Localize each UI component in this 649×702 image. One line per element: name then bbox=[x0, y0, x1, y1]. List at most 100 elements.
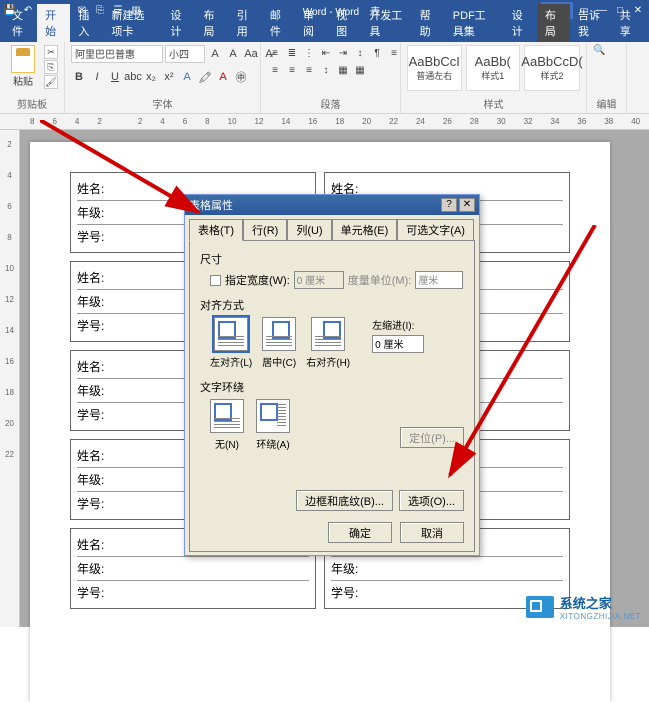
shrink-font-icon[interactable]: A bbox=[225, 46, 241, 62]
tab-share[interactable]: 共享 bbox=[612, 4, 645, 42]
font-color-icon[interactable]: A bbox=[215, 69, 231, 85]
watermark-cn: 系统之家 bbox=[560, 593, 641, 612]
wrap-around-option[interactable]: 环绕(A) bbox=[256, 399, 290, 451]
wrap-none-option[interactable]: 无(N) bbox=[210, 399, 244, 451]
strike-button[interactable]: abc bbox=[125, 69, 141, 85]
tab-pdf[interactable]: PDF工具集 bbox=[445, 4, 504, 42]
align-center-option[interactable]: 居中(C) bbox=[262, 317, 296, 369]
font-size-select[interactable]: 小四 bbox=[165, 45, 205, 63]
subscript-icon[interactable]: x₂ bbox=[143, 69, 159, 85]
style-normal[interactable]: AaBbCcI普通左右 bbox=[407, 45, 462, 91]
tab-view[interactable]: 视图 bbox=[328, 4, 361, 42]
indent-label: 左缩进(I): bbox=[372, 317, 424, 332]
group-paragraph: ≡ ≣ ⋮ ⇤ ⇥ ↕ ¶ ≡ ≡ ≡ ≡ ↕ ▦ ▦ 段落 bbox=[261, 42, 401, 113]
watermark: 系统之家 XITONGZHIJIA.NET bbox=[526, 593, 641, 621]
copy-icon[interactable]: ⎘ bbox=[44, 60, 58, 74]
dialog-titlebar[interactable]: 表格属性 ? ✕ bbox=[185, 195, 479, 215]
preferred-width-label: 指定宽度(W): bbox=[225, 272, 290, 288]
card-id-label: 学号: bbox=[77, 317, 119, 334]
borders-icon[interactable]: ▦ bbox=[352, 62, 368, 78]
tab-help[interactable]: 帮助 bbox=[412, 4, 445, 42]
tab-layout[interactable]: 布局 bbox=[196, 4, 229, 42]
group-label: 编辑 bbox=[593, 95, 620, 111]
card-grade-label: 年级: bbox=[77, 293, 119, 310]
align-left-icon bbox=[214, 317, 248, 351]
numbering-icon[interactable]: ≣ bbox=[284, 45, 300, 61]
align-right-option[interactable]: 右对齐(H) bbox=[306, 317, 350, 369]
tab-review[interactable]: 审阅 bbox=[295, 4, 328, 42]
size-section-label: 尺寸 bbox=[200, 251, 464, 267]
tab-start[interactable]: 开始 bbox=[37, 4, 70, 42]
unit-label: 度量单位(M): bbox=[348, 272, 412, 288]
align-section-label: 对齐方式 bbox=[200, 297, 464, 313]
card-id-label: 学号: bbox=[77, 228, 119, 245]
card-id-label: 学号: bbox=[77, 584, 119, 601]
change-case-icon[interactable]: Aa bbox=[243, 46, 259, 62]
ok-button[interactable]: 确定 bbox=[328, 522, 392, 543]
dialog-close-icon[interactable]: ✕ bbox=[459, 198, 475, 212]
dlg-tab-alt[interactable]: 可选文字(A) bbox=[397, 219, 474, 240]
italic-button[interactable]: I bbox=[89, 69, 105, 85]
dialog-help-icon[interactable]: ? bbox=[441, 198, 457, 212]
bold-button[interactable]: B bbox=[71, 69, 87, 85]
tab-table-design[interactable]: 设计 bbox=[504, 4, 537, 42]
dlg-tab-col[interactable]: 列(U) bbox=[287, 219, 331, 240]
group-label: 段落 bbox=[267, 95, 394, 111]
sort-icon[interactable]: ↕ bbox=[352, 45, 368, 61]
align-left-icon[interactable]: ≡ bbox=[386, 45, 402, 61]
card-grade-label: 年级: bbox=[77, 560, 119, 577]
cut-icon[interactable]: ✂ bbox=[44, 45, 58, 59]
dlg-tab-row[interactable]: 行(R) bbox=[243, 219, 287, 240]
showmarks-icon[interactable]: ¶ bbox=[369, 45, 385, 61]
align-left-option[interactable]: 左对齐(L) bbox=[210, 317, 252, 369]
align-center-icon[interactable]: ≡ bbox=[267, 62, 283, 78]
watermark-en: XITONGZHIJIA.NET bbox=[560, 612, 641, 621]
ruler-horizontal[interactable]: 8642246810121416182022242628303234363840… bbox=[0, 114, 649, 130]
decrease-indent-icon[interactable]: ⇤ bbox=[318, 45, 334, 61]
style-1[interactable]: AaBb(样式1 bbox=[466, 45, 521, 91]
align-right-icon[interactable]: ≡ bbox=[284, 62, 300, 78]
grow-font-icon[interactable]: A bbox=[207, 46, 223, 62]
increase-indent-icon[interactable]: ⇥ bbox=[335, 45, 351, 61]
tab-mailings[interactable]: 邮件 bbox=[262, 4, 295, 42]
line-spacing-icon[interactable]: ↕ bbox=[318, 62, 334, 78]
text-effects-icon[interactable]: A bbox=[179, 69, 195, 85]
card-grade-label: 年级: bbox=[331, 560, 373, 577]
tab-references[interactable]: 引用 bbox=[229, 4, 262, 42]
unit-select: 厘米 bbox=[415, 271, 463, 289]
dlg-tab-cell[interactable]: 单元格(E) bbox=[332, 219, 398, 240]
card-id-label: 学号: bbox=[77, 495, 119, 512]
tab-developer[interactable]: 开发工具 bbox=[361, 4, 411, 42]
group-label: 样式 bbox=[407, 95, 580, 111]
style-2[interactable]: AaBbCcD(样式2 bbox=[524, 45, 580, 91]
tab-tellme[interactable]: 告诉我 bbox=[570, 4, 612, 42]
tab-design[interactable]: 设计 bbox=[162, 4, 195, 42]
highlight-icon[interactable]: 🖍 bbox=[197, 69, 213, 85]
tab-newtab[interactable]: 新建选项卡 bbox=[103, 4, 162, 42]
dlg-tab-table[interactable]: 表格(T) bbox=[189, 219, 243, 241]
superscript-icon[interactable]: x² bbox=[161, 69, 177, 85]
format-painter-icon[interactable]: 🖌 bbox=[44, 75, 58, 89]
underline-button[interactable]: U bbox=[107, 69, 123, 85]
paste-button[interactable]: 粘贴 bbox=[6, 45, 40, 88]
preferred-width-checkbox[interactable] bbox=[210, 275, 221, 286]
tab-file[interactable]: 文件 bbox=[4, 4, 37, 42]
bullets-icon[interactable]: ≡ bbox=[267, 45, 283, 61]
multilevel-icon[interactable]: ⋮ bbox=[301, 45, 317, 61]
options-button[interactable]: 选项(O)... bbox=[399, 490, 464, 511]
find-icon[interactable]: 🔍 bbox=[593, 45, 605, 56]
font-family-select[interactable]: 阿里巴巴普惠 bbox=[71, 45, 163, 63]
wrap-around-icon bbox=[256, 399, 290, 433]
ruler-vertical[interactable]: 246810121416182022 bbox=[0, 130, 20, 627]
group-clipboard: 粘贴 ✂ ⎘ 🖌 剪贴板 bbox=[0, 42, 65, 113]
tab-table-layout[interactable]: 布局 bbox=[537, 4, 570, 42]
borders-shading-button[interactable]: 边框和底纹(B)... bbox=[296, 490, 393, 511]
indent-input[interactable]: 0 厘米 bbox=[372, 335, 424, 353]
phonetic-icon[interactable]: ㊥ bbox=[233, 69, 249, 85]
align-right-icon bbox=[311, 317, 345, 351]
cancel-button[interactable]: 取消 bbox=[400, 522, 464, 543]
justify-icon[interactable]: ≡ bbox=[301, 62, 317, 78]
group-styles: AaBbCcI普通左右 AaBb(样式1 AaBbCcD(样式2 样式 bbox=[401, 42, 587, 113]
tab-insert[interactable]: 插入 bbox=[70, 4, 103, 42]
shading-icon[interactable]: ▦ bbox=[335, 62, 351, 78]
